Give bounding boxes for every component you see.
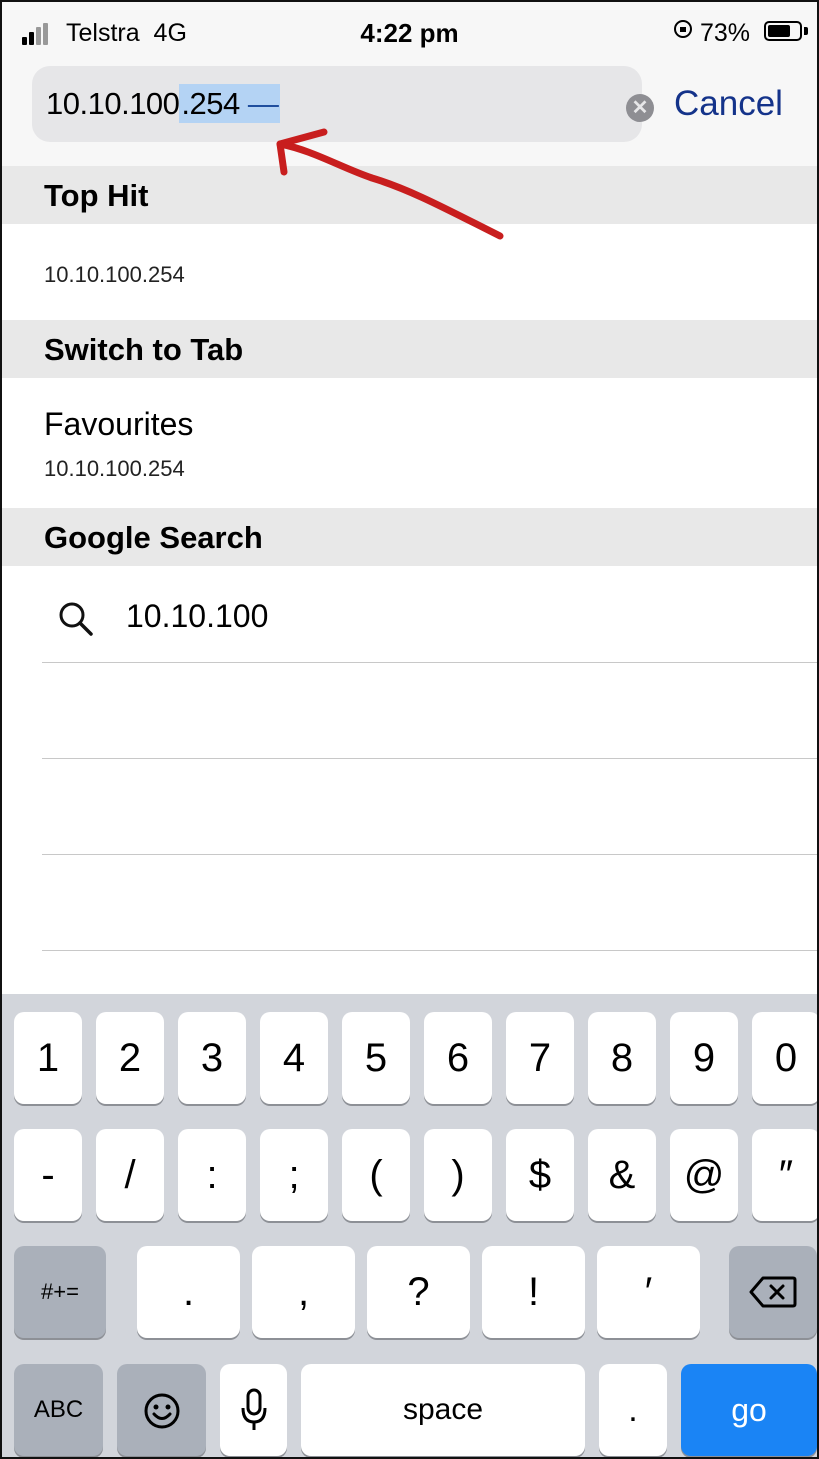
number-key[interactable]: 2 <box>96 1012 164 1104</box>
keyboard: 1 2 3 4 5 6 7 8 9 0 - /:; () $ & @ ″ #+= .,?! ′ ABC <box>2 994 817 1457</box>
number-key[interactable]: 7 <box>506 1012 574 1104</box>
symbol-key[interactable]: @ <box>670 1129 738 1221</box>
separator <box>42 854 817 855</box>
address-trailing: — <box>239 86 279 121</box>
symbol-key[interactable]: ″ <box>752 1129 817 1221</box>
address-autocomplete-selection: .254 — <box>179 84 281 123</box>
symbol-key-label: / <box>124 1153 136 1197</box>
punctuation-key-label: ? <box>407 1270 430 1314</box>
punctuation-key[interactable]: ′ <box>597 1246 700 1338</box>
battery-tip <box>804 27 808 35</box>
abc-key[interactable]: ABC <box>14 1364 103 1456</box>
dictation-key[interactable] <box>220 1364 287 1456</box>
symbols-mode-key[interactable]: #+= <box>14 1246 106 1338</box>
symbol-key[interactable]: : <box>178 1129 246 1221</box>
number-key[interactable]: 0 <box>752 1012 817 1104</box>
clear-icon[interactable]: ✕ <box>626 94 654 122</box>
phone-screen: Telstra 4G 4:22 pm 73% 10.10.100.254 — ✕… <box>0 0 819 1459</box>
symbol-key[interactable]: ) <box>424 1129 492 1221</box>
search-icon <box>59 602 93 636</box>
emoji-icon <box>144 1393 180 1429</box>
section-header-switch-to-tab: Switch to Tab <box>2 320 817 378</box>
number-key[interactable]: 6 <box>424 1012 492 1104</box>
delete-key[interactable] <box>729 1246 817 1338</box>
symbol-key-label: ( <box>369 1153 383 1197</box>
section-header-google-search: Google Search <box>2 508 817 566</box>
symbol-key-label: & <box>608 1153 636 1197</box>
number-key[interactable]: 8 <box>588 1012 656 1104</box>
go-key[interactable]: go <box>681 1364 817 1456</box>
separator <box>42 758 817 759</box>
number-key-label: 5 <box>364 1036 388 1080</box>
number-key-label: 1 <box>36 1036 60 1080</box>
symbol-key[interactable]: $ <box>506 1129 574 1221</box>
number-key-label: 9 <box>692 1036 716 1080</box>
google-search-title: Google Search <box>44 520 263 555</box>
status-time: 4:22 pm <box>360 18 459 48</box>
switch-to-tab-title: Switch to Tab <box>44 332 244 367</box>
space-key[interactable]: space <box>301 1364 585 1456</box>
tab-title: Favourites <box>44 406 194 442</box>
top-hit-title: Top Hit <box>44 178 149 213</box>
abc-label: ABC <box>33 1396 84 1423</box>
google-search-query: 10.10.100 <box>126 598 269 634</box>
symbol-key-label: @ <box>683 1153 725 1197</box>
mic-icon <box>241 1388 267 1430</box>
address-typed: 10.10.100 <box>46 86 180 121</box>
number-key-label: 3 <box>200 1036 224 1080</box>
number-key[interactable]: 4 <box>260 1012 328 1104</box>
punctuation-key-label: , <box>297 1270 310 1314</box>
punctuation-key[interactable]: ! <box>482 1246 585 1338</box>
symbol-key-label: ) <box>451 1153 465 1197</box>
address-text[interactable]: 10.10.100.254 — <box>46 84 281 123</box>
symbol-key[interactable]: / <box>96 1129 164 1221</box>
tab-url: 10.10.100.254 <box>44 456 185 481</box>
number-key-label: 6 <box>446 1036 470 1080</box>
address-autocomplete: .254 <box>181 86 240 121</box>
battery-fill <box>768 25 790 37</box>
cancel-button[interactable]: Cancel <box>674 84 783 124</box>
number-key-label: 0 <box>774 1036 798 1080</box>
symbols-mode-label: #+= <box>41 1279 79 1304</box>
symbol-key[interactable]: ; <box>260 1129 328 1221</box>
separator <box>42 662 817 663</box>
punctuation-key[interactable]: , <box>252 1246 355 1338</box>
punctuation-key-label: ! <box>527 1270 540 1314</box>
period-key[interactable]: . <box>599 1364 667 1456</box>
number-key-label: 7 <box>528 1036 552 1080</box>
number-key-label: 8 <box>610 1036 634 1080</box>
symbol-key[interactable]: ( <box>342 1129 410 1221</box>
status-bar: Telstra 4G 4:22 pm 73% <box>2 2 817 62</box>
switch-tab-row[interactable]: Favourites 10.10.100.254 <box>2 378 817 508</box>
punctuation-key[interactable]: ? <box>367 1246 470 1338</box>
delete-icon <box>749 1276 797 1308</box>
symbol-key-label: : <box>206 1153 218 1197</box>
symbol-key[interactable]: - <box>14 1129 82 1221</box>
symbol-key-label: ″ <box>778 1153 794 1197</box>
period-label: . <box>628 1391 638 1429</box>
symbol-key[interactable]: & <box>588 1129 656 1221</box>
battery-percent: 73% <box>700 19 751 47</box>
symbol-key-label: - <box>41 1153 55 1197</box>
number-key[interactable]: 9 <box>670 1012 738 1104</box>
go-label: go <box>731 1392 767 1428</box>
google-search-row[interactable]: 10.10.100 <box>2 568 817 662</box>
number-key[interactable]: 1 <box>14 1012 82 1104</box>
punctuation-key-label: . <box>182 1270 195 1314</box>
symbol-key-label: ; <box>288 1153 300 1197</box>
emoji-key[interactable] <box>117 1364 206 1456</box>
number-key-label: 4 <box>282 1036 306 1080</box>
space-label: space <box>402 1393 484 1426</box>
number-key-label: 2 <box>118 1036 142 1080</box>
red-arrow-annotation <box>276 128 504 240</box>
rotation-lock-icon <box>674 20 692 38</box>
number-key[interactable]: 5 <box>342 1012 410 1104</box>
separator <box>42 950 817 951</box>
top-hit-url: 10.10.100.254 <box>44 262 185 287</box>
punctuation-key-label: ′ <box>644 1270 653 1314</box>
punctuation-key[interactable]: . <box>137 1246 240 1338</box>
number-key[interactable]: 3 <box>178 1012 246 1104</box>
battery-icon <box>764 21 802 41</box>
symbol-key-label: $ <box>528 1153 552 1197</box>
